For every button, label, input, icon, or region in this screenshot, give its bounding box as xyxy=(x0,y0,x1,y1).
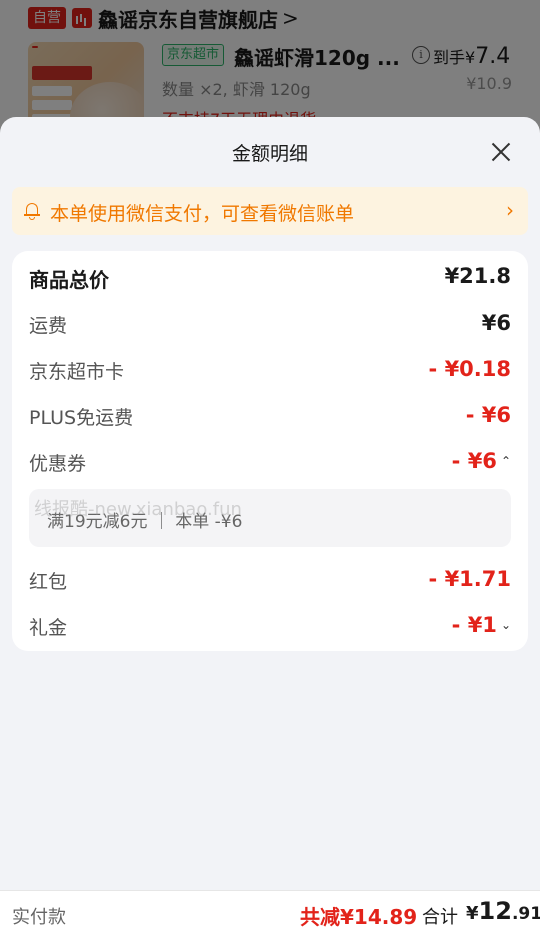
gift-money-amount: - ¥1 xyxy=(451,613,497,637)
bell-icon xyxy=(24,202,40,220)
total-label: 合计 xyxy=(422,907,458,928)
price-breakdown-card: 商品总价 ¥21.8 运费 ¥6 京东超市卡 - ¥0.18 PLUS免运费 -… xyxy=(12,251,528,651)
total-saved: 共减¥14.89 xyxy=(300,905,418,929)
notice-text: 本单使用微信支付，可查看微信账单 xyxy=(50,203,355,225)
total-integer: 12 xyxy=(478,897,512,925)
jd-card-label: 京东超市卡 xyxy=(29,361,125,383)
coupon-amount: - ¥6 xyxy=(451,449,497,473)
plus-free-shipping-value: - ¥6 xyxy=(465,403,511,427)
payment-footer: 实付款 共减¥14.89 合计 ¥12.91 xyxy=(0,890,540,934)
chevron-down-icon: ⌄ xyxy=(500,618,511,632)
amount-detail-sheet: 金额明细 本单使用微信支付，可查看微信账单 › 商品总价 ¥21.8 运费 ¥6… xyxy=(0,117,540,934)
sheet-title: 金额明细 xyxy=(231,143,308,165)
coupon-label: 优惠券 xyxy=(29,453,87,475)
total-currency: ¥ xyxy=(466,903,479,924)
red-packet-label: 红包 xyxy=(29,571,68,593)
total-goods-value: ¥21.8 xyxy=(444,264,511,288)
coupon-value[interactable]: - ¥6 ⌃ xyxy=(452,449,511,473)
gift-money-label: 礼金 xyxy=(29,617,68,639)
row-plus-free-shipping: PLUS免运费 - ¥6 xyxy=(29,403,511,433)
wechat-pay-notice[interactable]: 本单使用微信支付，可查看微信账单 › xyxy=(12,187,528,235)
watermark: 线报酷-new.xianbao.fun xyxy=(34,499,242,520)
close-icon[interactable] xyxy=(490,141,512,163)
plus-free-shipping-label: PLUS免运费 xyxy=(29,407,134,429)
actual-payment-label: 实付款 xyxy=(12,907,66,928)
red-packet-value: - ¥1.71 xyxy=(428,567,511,591)
row-red-packet: 红包 - ¥1.71 xyxy=(29,567,511,597)
total-amount: ¥12.91 xyxy=(466,897,540,925)
row-total-goods: 商品总价 ¥21.8 xyxy=(29,264,511,294)
total-goods-label: 商品总价 xyxy=(29,268,109,292)
shipping-label: 运费 xyxy=(29,315,68,337)
row-jd-card: 京东超市卡 - ¥0.18 xyxy=(29,357,511,387)
total-decimal: .91 xyxy=(511,904,540,924)
chevron-up-icon: ⌃ xyxy=(500,454,511,468)
row-shipping: 运费 ¥6 xyxy=(29,311,511,341)
shipping-value: ¥6 xyxy=(481,311,511,335)
gift-money-value[interactable]: - ¥1 ⌄ xyxy=(452,613,511,637)
row-coupon[interactable]: 优惠券 - ¥6 ⌃ xyxy=(29,449,511,479)
chevron-right-icon: › xyxy=(506,198,514,222)
jd-card-value: - ¥0.18 xyxy=(428,357,511,381)
row-gift-money[interactable]: 礼金 - ¥1 ⌄ xyxy=(29,613,511,643)
